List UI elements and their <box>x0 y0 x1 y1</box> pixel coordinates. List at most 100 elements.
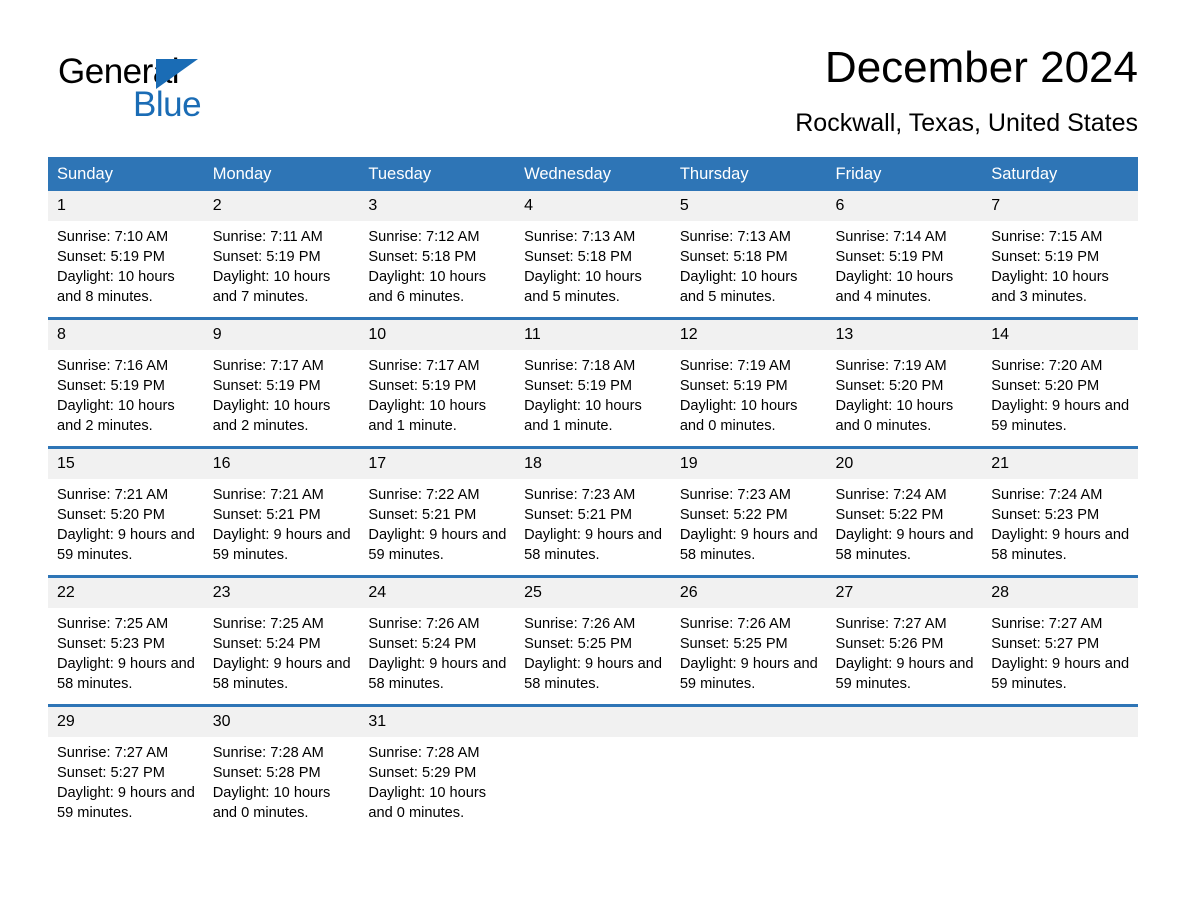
day-number <box>670 707 827 737</box>
day-cell-inner: 11 Sunrise: 7:18 AM Sunset: 5:19 PM Dayli… <box>515 320 671 446</box>
day-cell-inner: 13 Sunrise: 7:19 AM Sunset: 5:20 PM Dayli… <box>826 320 983 446</box>
day-number: 21 <box>982 449 1138 479</box>
day-sun-info: Sunrise: 7:28 AM Sunset: 5:28 PM Dayligh… <box>212 745 331 821</box>
calendar-day-cell[interactable]: 25 Sunrise: 7:26 AM Sunset: 5:25 PM Dayli… <box>515 575 671 706</box>
calendar-day-cell[interactable]: 31 Sunrise: 7:28 AM Sunset: 5:29 PM Dayli… <box>359 704 516 833</box>
calendar-day-cell[interactable]: 9 Sunrise: 7:17 AM Sunset: 5:19 PM Daylig… <box>203 317 360 448</box>
calendar-day-cell[interactable]: 20 Sunrise: 7:24 AM Sunset: 5:22 PM Dayli… <box>826 446 983 577</box>
calendar-day-cell-empty <box>826 704 983 833</box>
day-number: 3 <box>359 191 516 221</box>
calendar-day-cell[interactable]: 30 Sunrise: 7:28 AM Sunset: 5:28 PM Dayli… <box>203 704 360 833</box>
calendar-day-cell[interactable]: 12 Sunrise: 7:19 AM Sunset: 5:19 PM Dayli… <box>670 317 827 448</box>
day-cell-inner: 2 Sunrise: 7:11 AM Sunset: 5:19 PM Daylig… <box>203 191 360 317</box>
day-cell-inner: 24 Sunrise: 7:26 AM Sunset: 5:24 PM Dayli… <box>359 578 516 704</box>
weekday-header-wednesday: Wednesday <box>515 157 671 191</box>
calendar-day-cell[interactable]: 23 Sunrise: 7:25 AM Sunset: 5:24 PM Dayli… <box>203 575 360 706</box>
day-cell-inner <box>670 707 827 833</box>
calendar-day-cell[interactable]: 14 Sunrise: 7:20 AM Sunset: 5:20 PM Dayli… <box>982 317 1138 448</box>
calendar-header-row: Sunday Monday Tuesday Wednesday Thursday Frid… <box>48 157 1138 191</box>
calendar-day-cell[interactable]: 27 Sunrise: 7:27 AM Sunset: 5:26 PM Dayli… <box>826 575 983 706</box>
weekday-header-tuesday: Tuesday <box>359 157 516 191</box>
day-sun-info: Sunrise: 7:24 AM Sunset: 5:23 PM Dayligh… <box>991 487 1130 563</box>
calendar-day-cell[interactable]: 26 Sunrise: 7:26 AM Sunset: 5:25 PM Dayli… <box>670 575 827 706</box>
day-cell-inner: 27 Sunrise: 7:27 AM Sunset: 5:26 PM Dayli… <box>826 578 983 704</box>
generalblue-logo[interactable]: General Blue <box>58 52 258 132</box>
page-subtitle-location: Rockwall, Texas, United States <box>795 109 1138 137</box>
day-number: 16 <box>203 449 360 479</box>
day-number: 30 <box>203 707 360 737</box>
calendar-day-cell[interactable]: 24 Sunrise: 7:26 AM Sunset: 5:24 PM Dayli… <box>359 575 516 706</box>
day-cell-inner: 22 Sunrise: 7:25 AM Sunset: 5:23 PM Dayli… <box>48 578 204 704</box>
day-number: 8 <box>48 320 204 350</box>
calendar-day-cell[interactable]: 2 Sunrise: 7:11 AM Sunset: 5:19 PM Daylig… <box>203 191 360 319</box>
calendar-day-cell[interactable]: 21 Sunrise: 7:24 AM Sunset: 5:23 PM Dayli… <box>982 446 1138 577</box>
day-cell-inner: 23 Sunrise: 7:25 AM Sunset: 5:24 PM Dayli… <box>203 578 360 704</box>
day-cell-inner: 30 Sunrise: 7:28 AM Sunset: 5:28 PM Dayli… <box>203 707 360 833</box>
day-cell-inner <box>826 707 983 833</box>
day-sun-info: Sunrise: 7:14 AM Sunset: 5:19 PM Dayligh… <box>835 229 954 305</box>
day-number: 15 <box>48 449 204 479</box>
day-number: 28 <box>982 578 1138 608</box>
calendar-day-cell[interactable]: 6 Sunrise: 7:14 AM Sunset: 5:19 PM Daylig… <box>826 191 983 319</box>
day-sun-info <box>827 737 983 753</box>
day-cell-inner: 31 Sunrise: 7:28 AM Sunset: 5:29 PM Dayli… <box>359 707 516 833</box>
calendar-day-cell[interactable]: 13 Sunrise: 7:19 AM Sunset: 5:20 PM Dayli… <box>826 317 983 448</box>
calendar-day-cell-empty <box>670 704 827 833</box>
calendar-page: General Blue December 2024 Rockwall, Tex… <box>0 0 1188 918</box>
day-number: 19 <box>670 449 827 479</box>
weekday-header-sunday: Sunday <box>48 157 204 191</box>
day-sun-info: Sunrise: 7:28 AM Sunset: 5:29 PM Dayligh… <box>368 745 487 821</box>
day-cell-inner: 26 Sunrise: 7:26 AM Sunset: 5:25 PM Dayli… <box>670 578 827 704</box>
day-cell-inner: 5 Sunrise: 7:13 AM Sunset: 5:18 PM Daylig… <box>670 191 827 317</box>
weekday-header-saturday: Saturday <box>982 157 1138 191</box>
calendar-day-cell[interactable]: 8 Sunrise: 7:16 AM Sunset: 5:19 PM Daylig… <box>48 317 204 448</box>
day-sun-info: Sunrise: 7:13 AM Sunset: 5:18 PM Dayligh… <box>679 229 798 305</box>
day-sun-info: Sunrise: 7:27 AM Sunset: 5:27 PM Dayligh… <box>57 745 195 821</box>
calendar-body: 1 Sunrise: 7:10 AM Sunset: 5:19 PM Daylig… <box>48 191 1138 833</box>
day-sun-info: Sunrise: 7:18 AM Sunset: 5:19 PM Dayligh… <box>524 358 642 434</box>
day-sun-info: Sunrise: 7:26 AM Sunset: 5:25 PM Dayligh… <box>679 616 818 692</box>
day-sun-info: Sunrise: 7:17 AM Sunset: 5:19 PM Dayligh… <box>212 358 331 434</box>
logo-text-blue: Blue <box>133 85 202 124</box>
day-cell-inner <box>982 707 1138 833</box>
calendar-day-cell[interactable]: 28 Sunrise: 7:27 AM Sunset: 5:27 PM Dayli… <box>982 575 1138 706</box>
day-number: 27 <box>826 578 983 608</box>
day-sun-info <box>671 737 827 753</box>
weekday-header-friday: Friday <box>826 157 983 191</box>
calendar-day-cell[interactable]: 17 Sunrise: 7:22 AM Sunset: 5:21 PM Dayli… <box>359 446 516 577</box>
calendar-day-cell-empty <box>982 704 1138 833</box>
calendar-day-cell[interactable]: 5 Sunrise: 7:13 AM Sunset: 5:18 PM Daylig… <box>670 191 827 319</box>
calendar-day-cell[interactable]: 29 Sunrise: 7:27 AM Sunset: 5:27 PM Dayli… <box>48 704 204 833</box>
calendar-day-cell[interactable]: 3 Sunrise: 7:12 AM Sunset: 5:18 PM Daylig… <box>359 191 516 319</box>
calendar-day-cell[interactable]: 22 Sunrise: 7:25 AM Sunset: 5:23 PM Dayli… <box>48 575 204 706</box>
day-cell-inner: 12 Sunrise: 7:19 AM Sunset: 5:19 PM Dayli… <box>670 320 827 446</box>
day-sun-info <box>515 737 671 753</box>
day-cell-inner: 3 Sunrise: 7:12 AM Sunset: 5:18 PM Daylig… <box>359 191 516 317</box>
calendar-day-cell-empty <box>515 704 671 833</box>
day-sun-info: Sunrise: 7:27 AM Sunset: 5:26 PM Dayligh… <box>835 616 974 692</box>
calendar-day-cell[interactable]: 16 Sunrise: 7:21 AM Sunset: 5:21 PM Dayli… <box>203 446 360 577</box>
calendar-day-cell[interactable]: 11 Sunrise: 7:18 AM Sunset: 5:19 PM Dayli… <box>515 317 671 448</box>
day-sun-info: Sunrise: 7:21 AM Sunset: 5:20 PM Dayligh… <box>57 487 195 563</box>
day-number: 12 <box>670 320 827 350</box>
calendar-day-cell[interactable]: 18 Sunrise: 7:23 AM Sunset: 5:21 PM Dayli… <box>515 446 671 577</box>
calendar-day-cell[interactable]: 10 Sunrise: 7:17 AM Sunset: 5:19 PM Dayli… <box>359 317 516 448</box>
day-number: 23 <box>203 578 360 608</box>
day-number: 25 <box>515 578 671 608</box>
page-title: December 2024 <box>824 43 1138 92</box>
day-number: 2 <box>203 191 360 221</box>
day-cell-inner: 25 Sunrise: 7:26 AM Sunset: 5:25 PM Dayli… <box>515 578 671 704</box>
day-sun-info: Sunrise: 7:23 AM Sunset: 5:22 PM Dayligh… <box>679 487 818 563</box>
day-sun-info: Sunrise: 7:11 AM Sunset: 5:19 PM Dayligh… <box>212 229 331 305</box>
calendar-day-cell[interactable]: 7 Sunrise: 7:15 AM Sunset: 5:19 PM Daylig… <box>982 191 1138 319</box>
day-number: 6 <box>826 191 983 221</box>
calendar-day-cell[interactable]: 4 Sunrise: 7:13 AM Sunset: 5:18 PM Daylig… <box>515 191 671 319</box>
calendar-day-cell[interactable]: 1 Sunrise: 7:10 AM Sunset: 5:19 PM Daylig… <box>48 191 204 319</box>
day-sun-info: Sunrise: 7:15 AM Sunset: 5:19 PM Dayligh… <box>991 229 1109 305</box>
weekday-header-monday: Monday <box>203 157 360 191</box>
calendar-day-cell[interactable]: 19 Sunrise: 7:23 AM Sunset: 5:22 PM Dayli… <box>670 446 827 577</box>
calendar-week-row: 1 Sunrise: 7:10 AM Sunset: 5:19 PM Daylig… <box>48 191 1138 319</box>
day-number <box>982 707 1138 737</box>
day-cell-inner: 18 Sunrise: 7:23 AM Sunset: 5:21 PM Dayli… <box>515 449 671 575</box>
calendar-day-cell[interactable]: 15 Sunrise: 7:21 AM Sunset: 5:20 PM Dayli… <box>48 446 204 577</box>
